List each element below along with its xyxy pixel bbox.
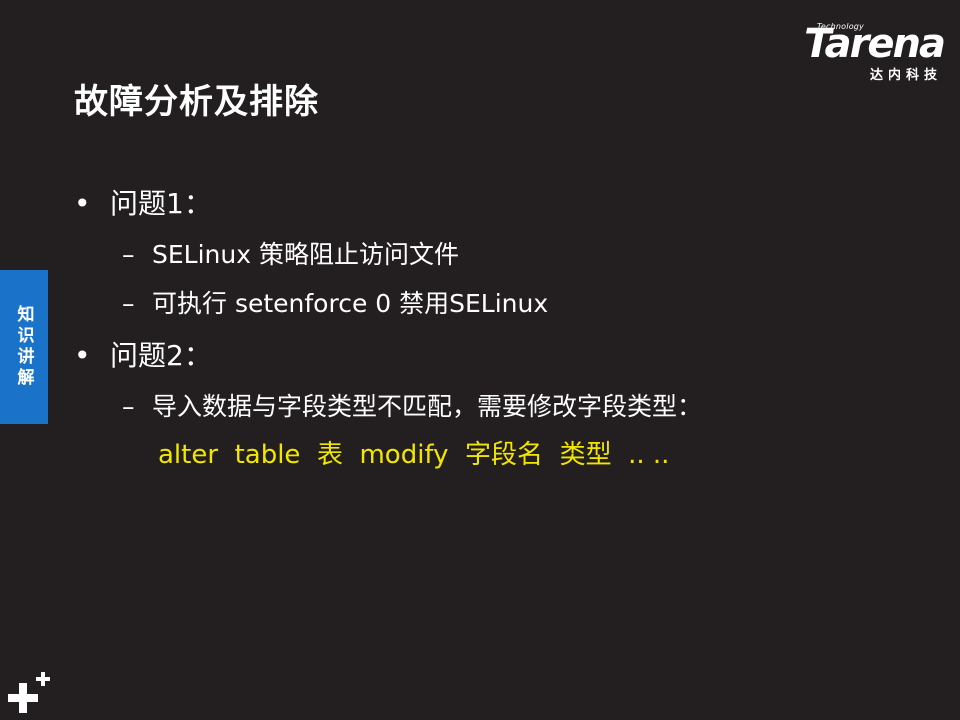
code-example: alter table 表 modify 字段名 类型 .. .. [158, 440, 670, 470]
sub-item: – 导入数据与字段类型不匹配，需要修改字段类型： [122, 387, 702, 423]
bullet-item: • 问题2： [74, 334, 212, 374]
logo-chinese-text: 达内科技 [869, 68, 942, 83]
sub-item-text: SELinux 策略阻止访问文件 [152, 240, 459, 269]
slide: Technology Tarena 达内科技 故障分析及排除 知识讲解 • 问题1… [0, 0, 960, 720]
sub-item: – 可执行 setenforce 0 禁用SELinux [122, 284, 548, 320]
slide-title: 故障分析及排除 [74, 82, 319, 122]
plus-logo-icon [8, 672, 50, 713]
bullet-item: • 问题1： [74, 182, 212, 222]
bullet-text: 问题1： [110, 187, 212, 220]
sub-item-marker: – [122, 240, 135, 269]
bullet-text: 问题2： [110, 339, 212, 372]
sub-item-marker: – [122, 392, 135, 421]
logo-wordmark: Tarena [804, 21, 946, 67]
side-tab: 知识讲解 [0, 270, 48, 424]
tarena-logo: Technology Tarena 达内科技 [780, 21, 946, 84]
bullet-marker: • [74, 187, 91, 220]
side-tab-label: 知识讲解 [13, 305, 34, 389]
bullet-marker: • [74, 339, 91, 372]
sub-item-text: 可执行 setenforce 0 禁用SELinux [152, 289, 549, 318]
sub-item-marker: – [122, 289, 135, 318]
sub-item-text: 导入数据与字段类型不匹配，需要修改字段类型： [152, 392, 703, 421]
sub-item: – SELinux 策略阻止访问文件 [122, 235, 459, 271]
